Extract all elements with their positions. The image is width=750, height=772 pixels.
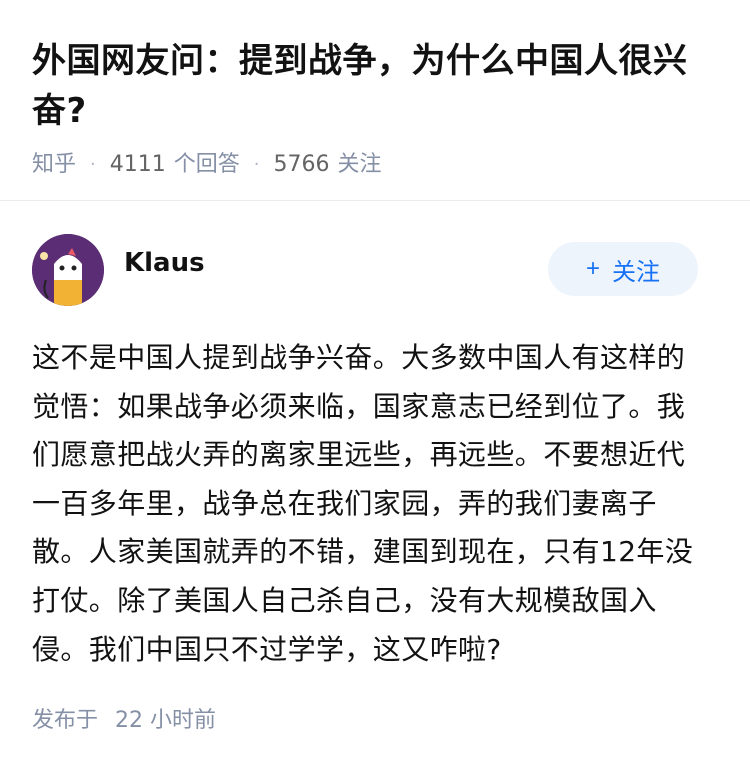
section-divider (0, 200, 750, 201)
meta-separator: · (253, 154, 260, 175)
published-label: 发布于 (32, 708, 99, 733)
published-time: 22 小时前 (115, 708, 217, 733)
plus-icon: + (585, 255, 600, 282)
author-name[interactable]: Klaus (124, 248, 205, 278)
follower-count: 5766 (273, 152, 330, 177)
follow-button-label: 关注 (612, 258, 660, 286)
answer-count: 4111 (109, 152, 166, 177)
avatar-illustration-icon (32, 234, 104, 306)
question-title[interactable]: 外国网友问：提到战争，为什么中国人很兴奋? (32, 36, 722, 136)
avatar[interactable] (32, 234, 104, 306)
follower-count-label: 关注 (337, 152, 382, 177)
answer-count-label: 个回答 (173, 152, 240, 177)
question-header: 外国网友问：提到战争，为什么中国人很兴奋? 知乎 · 4111 个回答 · 57… (32, 36, 722, 180)
answer-footer: 发布于 22 小时前 (32, 706, 216, 736)
question-meta: 知乎 · 4111 个回答 · 5766 关注 (32, 150, 722, 180)
answer-content: 这不是中国人提到战争兴奋。大多数中国人有这样的觉悟：如果战争必须来临，国家意志已… (32, 341, 694, 666)
author-row: Klaus + 关注 (32, 234, 698, 306)
source-label[interactable]: 知乎 (32, 150, 76, 180)
meta-separator: · (90, 154, 96, 175)
follow-button[interactable]: + 关注 (548, 242, 698, 296)
